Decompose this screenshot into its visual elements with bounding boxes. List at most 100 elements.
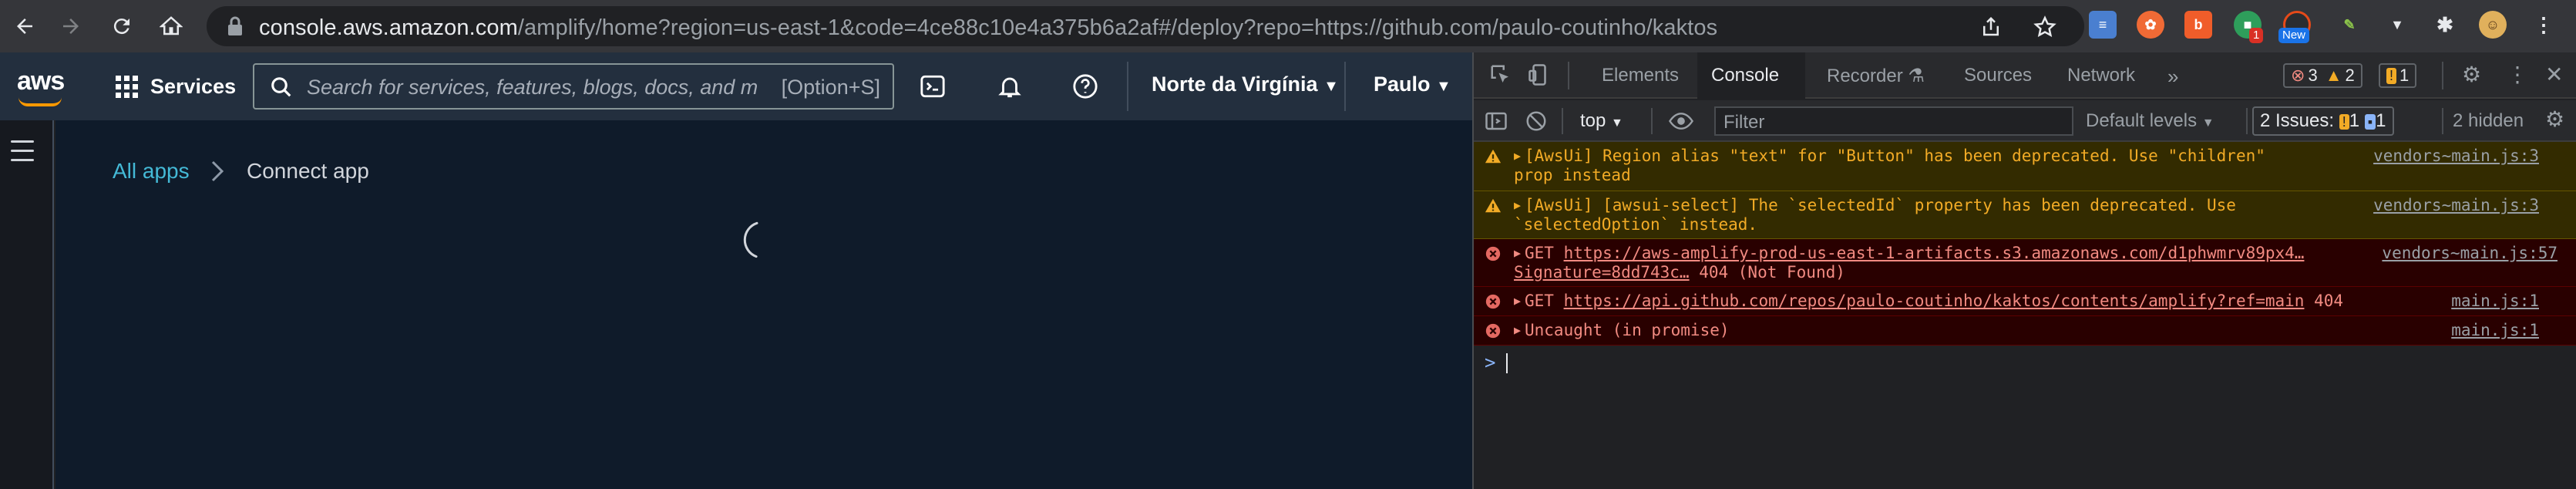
region-selector[interactable]: Norte da Virgínia ▼ <box>1152 73 1339 96</box>
back-arrow-icon <box>17 19 32 34</box>
console-error-row[interactable]: ▶ GET https://aws-amplify-prod-us-east-1… <box>1474 239 2576 287</box>
close-devtools-icon[interactable]: ✕ <box>2545 62 2563 87</box>
message-source-link[interactable]: main.js:1 <box>2451 292 2539 311</box>
extension-icon-orange[interactable]: ✿ <box>2137 11 2164 39</box>
url-path: /amplify/home?region=us-east-1&code=4ce8… <box>517 15 1718 40</box>
services-label: Services <box>150 74 237 98</box>
terminal-icon <box>920 75 945 98</box>
home-icon <box>160 16 183 35</box>
issues-warn-count: 1 <box>2349 110 2360 131</box>
toolbar-divider <box>2246 108 2248 134</box>
message-text: [AwsUi] [awsui-select] The `selectedId` … <box>1525 196 2236 214</box>
vue-extension-icon[interactable]: ▼ <box>2383 11 2411 39</box>
message-text: GET https://aws-amplify-prod-us-east-1-a… <box>1525 244 2304 263</box>
clear-console-icon[interactable] <box>1525 110 1548 133</box>
warning-count: 2 <box>2345 66 2355 85</box>
console-toolbar: top ▼ Filter Default levels ▼ 2 Issues: … <box>1474 100 2576 142</box>
header-divider <box>1127 62 1128 111</box>
search-shortcut-hint: [Option+S] <box>781 76 880 99</box>
profile-avatar[interactable]: ☺ <box>2479 11 2507 39</box>
search-input[interactable]: Search for services, features, blogs, do… <box>253 63 894 110</box>
request-url-link-cont[interactable]: Signature=8dd743c… <box>1514 263 1690 282</box>
inspect-element-icon[interactable] <box>1489 63 1512 86</box>
sidebar-toggle-icon[interactable] <box>1485 110 1508 133</box>
extensions-puzzle-icon[interactable]: ✱ <box>2431 11 2459 39</box>
search-icon <box>271 77 291 97</box>
caret-down-icon: ▼ <box>1323 78 1339 95</box>
issues-button[interactable]: 2 Issues: ! 1 ▪ 1 <box>2252 106 2394 136</box>
tab-recorder-label: Recorder <box>1827 66 1903 86</box>
hamburger-menu-icon[interactable] <box>11 140 34 168</box>
notifications-button[interactable] <box>993 69 1027 103</box>
error-circle-icon <box>1485 294 1501 309</box>
console-error-row[interactable]: ▶ Uncaught (in promise) main.js:1 <box>1474 316 2576 346</box>
aws-console-header: aws Services Search for services, featur… <box>0 52 1472 120</box>
toolbar-divider <box>1651 108 1653 134</box>
devtools-panel: Elements Console Recorder ⚗ Sources Netw… <box>1472 52 2576 489</box>
console-warning-row[interactable]: ▶ [AwsUi] [awsui-select] The `selectedId… <box>1474 191 2576 239</box>
message-text: Uncaught (in promise) <box>1525 321 1730 339</box>
log-levels-dropdown[interactable]: Default levels ▼ <box>2086 110 2214 132</box>
message-source-link[interactable]: vendors~main.js:3 <box>2373 147 2539 166</box>
request-url-link[interactable]: https://api.github.com/repos/paulo-couti… <box>1564 292 2305 310</box>
caret-down-icon: ▼ <box>1611 116 1623 130</box>
issues-counter[interactable]: ! 1 <box>2379 63 2417 88</box>
back-button[interactable] <box>8 9 42 43</box>
address-bar[interactable]: console.aws.amazon.com/amplify/home?regi… <box>207 6 2084 46</box>
bookmark-star-icon[interactable] <box>2033 15 2056 39</box>
docs-extension-icon[interactable]: ≡ <box>2089 11 2117 39</box>
pen-extension-icon[interactable]: ✎ <box>2336 11 2363 39</box>
reload-icon <box>113 19 129 35</box>
settings-gear-icon[interactable]: ⚙ <box>2462 62 2481 87</box>
request-method: GET <box>1525 244 1564 262</box>
device-toolbar-icon[interactable] <box>1528 63 1551 86</box>
more-tabs-icon[interactable]: » <box>2167 65 2178 89</box>
chrome-menu-icon[interactable]: ⋮ <box>2530 11 2558 39</box>
devtools-menu-icon[interactable]: ⋮ <box>2507 62 2528 87</box>
expand-arrow-icon[interactable]: ▶ <box>1514 321 1521 340</box>
request-url-link[interactable]: https://aws-amplify-prod-us-east-1-artif… <box>1564 244 2305 262</box>
message-source-link[interactable]: vendors~main.js:57 <box>2382 244 2558 263</box>
services-button[interactable]: Services <box>116 69 236 103</box>
expand-arrow-icon[interactable]: ▶ <box>1514 147 1521 166</box>
status-code: 404 <box>2314 292 2344 310</box>
help-circle-icon <box>1073 74 1098 99</box>
expand-arrow-icon[interactable]: ▶ <box>1514 292 1521 311</box>
help-button[interactable] <box>1068 69 1102 103</box>
issues-info-count: 1 <box>2376 110 2386 131</box>
issue-count: 1 <box>2399 66 2410 85</box>
live-expression-eye-icon[interactable] <box>1668 111 1694 131</box>
share-icon[interactable] <box>1979 15 2003 39</box>
cloudshell-button[interactable] <box>916 69 950 103</box>
message-source-link[interactable]: main.js:1 <box>2451 321 2539 340</box>
tab-sources[interactable]: Sources <box>1964 65 2032 86</box>
console-counters[interactable]: ⊗ 3 ▲ 2 <box>2283 63 2362 88</box>
tab-recorder[interactable]: Recorder ⚗ <box>1827 65 1925 87</box>
issues-label: 2 Issues: <box>2260 110 2335 131</box>
expand-arrow-icon[interactable]: ▶ <box>1514 196 1521 215</box>
message-source-link[interactable]: vendors~main.js:3 <box>2373 196 2539 215</box>
context-label: top <box>1580 110 1606 131</box>
console-messages: ▶ [AwsUi] Region alias "text" for "Butto… <box>1474 142 2576 346</box>
console-error-row[interactable]: ▶ GET https://api.github.com/repos/paulo… <box>1474 287 2576 316</box>
tab-console[interactable]: Console <box>1711 65 1779 86</box>
warning-triangle-icon <box>1485 198 1502 213</box>
tab-elements[interactable]: Elements <box>1602 65 1679 86</box>
reload-button[interactable] <box>105 9 139 43</box>
forward-button[interactable] <box>54 9 88 43</box>
breadcrumb-all-apps[interactable]: All apps <box>113 159 190 184</box>
aws-logo[interactable]: aws <box>17 66 65 96</box>
extension-icon-b[interactable]: b <box>2184 11 2212 39</box>
context-selector[interactable]: top ▼ <box>1580 110 1623 132</box>
console-warning-row[interactable]: ▶ [AwsUi] Region alias "text" for "Butto… <box>1474 142 2576 191</box>
account-menu[interactable]: Paulo ▼ <box>1374 73 1451 96</box>
home-button[interactable] <box>154 9 188 43</box>
console-input-caret[interactable] <box>1506 353 1508 373</box>
error-icon: ⊗ <box>2291 66 2305 85</box>
console-filter-input[interactable]: Filter <box>1714 106 2073 136</box>
services-grid-icon <box>116 75 138 98</box>
url-host: console.aws.amazon.com <box>259 15 518 40</box>
tab-network[interactable]: Network <box>2067 65 2135 86</box>
expand-arrow-icon[interactable]: ▶ <box>1514 244 1521 263</box>
console-settings-gear-icon[interactable]: ⚙ <box>2545 106 2564 132</box>
